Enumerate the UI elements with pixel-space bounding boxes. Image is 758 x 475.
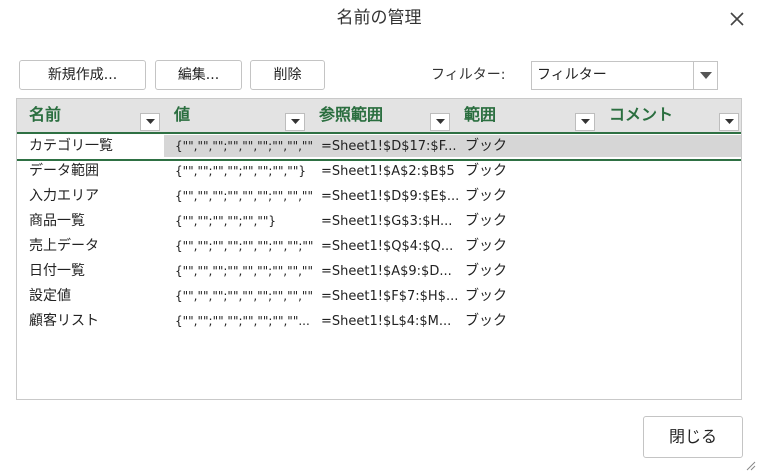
column-label: 範囲 (464, 105, 497, 124)
cell-scope: ブック (465, 188, 507, 204)
table-row[interactable]: 売上データ {"","";"","";"","";"","";""... =Sh… (17, 234, 741, 259)
table-row[interactable]: カテゴリ一覧 {"","","";"","","";"","",""... =S… (17, 134, 741, 161)
cell-scope: ブック (465, 263, 507, 279)
table-row[interactable]: データ範囲 {"","";"","";"","";"",""} =Sheet1!… (17, 159, 741, 184)
cell-name: 顧客リスト (29, 313, 99, 329)
cell-scope: ブック (465, 163, 507, 179)
filter-label: フィルター: (431, 67, 506, 83)
cell-value: {"","";"","";"","";"",""... (175, 314, 310, 328)
cell-scope: ブック (465, 213, 507, 229)
new-button[interactable]: 新規作成... (19, 60, 146, 90)
cell-scope: ブック (465, 238, 507, 254)
column-header-name[interactable]: 名前 (17, 99, 162, 132)
filter-dropdown[interactable]: フィルター (531, 61, 718, 90)
cell-ref: =Sheet1!$A$2:$B$5 (321, 164, 455, 179)
column-label: コメント (609, 105, 674, 124)
cell-ref: =Sheet1!$G$3:$H... (321, 214, 453, 229)
table-row[interactable]: 日付一覧 {"","","";"","","";"","",""... =She… (17, 259, 741, 284)
column-header-comment[interactable]: コメント (597, 99, 741, 132)
table-row[interactable]: 設定値 {"","","";"","","";"","",""... =Shee… (17, 284, 741, 309)
cell-ref: =Sheet1!$Q$4:$Q... (321, 239, 454, 254)
close-button[interactable]: 閉じる (643, 416, 743, 458)
cell-comment (611, 284, 739, 309)
cell-comment (611, 234, 739, 259)
cell-comment (611, 184, 739, 209)
cell-name: 日付一覧 (29, 263, 85, 279)
table-header: 名前 値 参照範囲 範囲 コメント (17, 99, 741, 134)
filter-dropdown-icon[interactable] (285, 113, 305, 131)
table-row[interactable]: 顧客リスト {"","";"","";"","";"",""... =Sheet… (17, 309, 741, 334)
cell-comment (611, 134, 739, 159)
column-label: 参照範囲 (319, 105, 384, 124)
cell-ref: =Sheet1!$A$9:$D... (321, 264, 452, 279)
filter-dropdown-icon[interactable] (575, 113, 595, 131)
name-manager-dialog: 名前の管理 新規作成... 編集... 削除 フィルター: フィルター 名前 値… (0, 0, 758, 471)
cell-comment (611, 259, 739, 284)
filter-dropdown-icon[interactable] (430, 113, 450, 131)
resize-grip-icon[interactable] (744, 456, 756, 471)
close-icon[interactable] (726, 8, 748, 30)
filter-value: フィルター (537, 67, 607, 83)
cell-name: 商品一覧 (29, 213, 85, 229)
names-table: 名前 値 参照範囲 範囲 コメント カテゴリ一覧 {"","","";"",""… (16, 98, 742, 400)
cell-comment (611, 159, 739, 184)
cell-ref: =Sheet1!$F$7:$H$... (321, 289, 459, 304)
cell-comment (611, 309, 739, 334)
cell-name: カテゴリ一覧 (29, 138, 113, 154)
cell-name: データ範囲 (29, 163, 99, 179)
cell-scope: ブック (465, 288, 507, 304)
table-row[interactable]: 商品一覧 {"","";"","";"",""} =Sheet1!$G$3:$H… (17, 209, 741, 234)
cell-comment (611, 209, 739, 234)
edit-button[interactable]: 編集... (155, 60, 242, 90)
cell-ref: =Sheet1!$D$9:$E$... (321, 189, 459, 204)
column-header-ref[interactable]: 参照範囲 (307, 99, 452, 132)
cell-value: {"","","";"","","";"","",""... (175, 139, 313, 153)
cell-value: {"","","";"","","";"","",""... (175, 264, 313, 278)
cell-name: 入力エリア (29, 188, 99, 204)
cell-value: {"","","";"","","";"","",""... (175, 289, 313, 303)
cell-scope: ブック (465, 313, 507, 329)
cell-scope: ブック (465, 138, 507, 154)
cell-name: 売上データ (29, 238, 99, 254)
filter-dropdown-icon[interactable] (140, 113, 160, 131)
chevron-down-icon[interactable] (693, 62, 717, 89)
cell-ref: =Sheet1!$L$4:$M... (321, 314, 452, 329)
table-row[interactable]: 入力エリア {"","","";"","","";"","",""... =Sh… (17, 184, 741, 209)
cell-name: 設定値 (29, 288, 71, 304)
column-label: 値 (174, 105, 191, 124)
dialog-title: 名前の管理 (336, 8, 422, 28)
filter-dropdown-icon[interactable] (719, 113, 739, 131)
cell-value: {"","";"","";"","";"","";""... (175, 239, 313, 253)
column-header-value[interactable]: 値 (162, 99, 307, 132)
cell-value: {"","","";"","","";"","",""... (175, 189, 313, 203)
column-header-scope[interactable]: 範囲 (452, 99, 597, 132)
column-label: 名前 (29, 105, 62, 124)
cell-value: {"","";"","";"","";"",""} (175, 164, 306, 178)
delete-button[interactable]: 削除 (250, 60, 325, 90)
cell-value: {"","";"","";"",""} (175, 214, 277, 228)
cell-ref: =Sheet1!$D$17:$F... (321, 139, 457, 154)
